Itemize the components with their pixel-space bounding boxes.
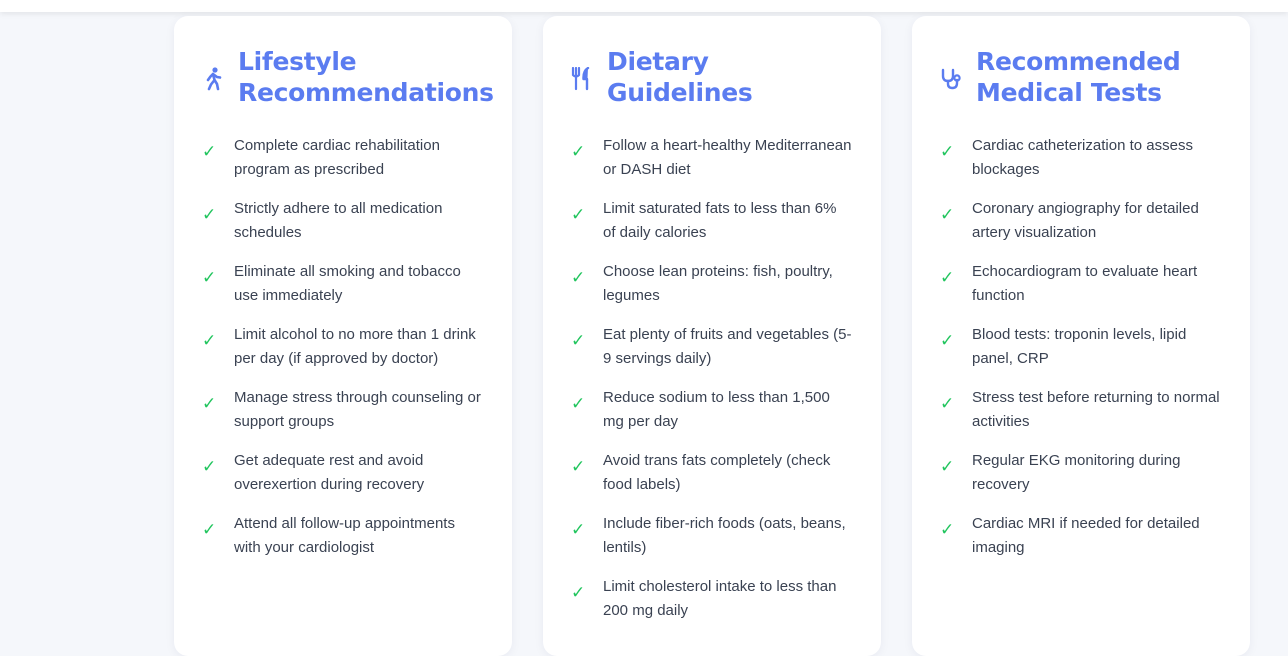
list-item-text: Manage stress through counseling or supp… <box>234 389 481 430</box>
recommendation-list: ✓ Follow a heart-healthy Mediterranean or… <box>571 134 855 623</box>
recommendation-cards: Lifestyle Recommendations ✓ Complete card… <box>174 16 1250 656</box>
check-icon: ✓ <box>571 457 586 476</box>
list-item: ✓ Get adequate rest and avoid overexertio… <box>202 449 486 497</box>
check-icon: ✓ <box>571 394 586 413</box>
list-item: ✓ Coronary angiography for detailed arter… <box>940 197 1224 245</box>
check-icon: ✓ <box>202 205 217 224</box>
list-item: ✓ Eliminate all smoking and tobacco use i… <box>202 260 486 308</box>
list-item-text: Eliminate all smoking and tobacco use im… <box>234 263 461 304</box>
list-item: ✓ Stress test before returning to normal … <box>940 386 1224 434</box>
walking-person-icon <box>202 64 224 94</box>
check-icon: ✓ <box>940 205 955 224</box>
list-item-text: Choose lean proteins: fish, poultry, leg… <box>603 263 833 304</box>
list-item-text: Avoid trans fats completely (check food … <box>603 452 831 493</box>
list-item-text: Reduce sodium to less than 1,500 mg per … <box>603 389 830 430</box>
list-item: ✓ Include fiber-rich foods (oats, beans, … <box>571 512 855 560</box>
list-item-text: Strictly adhere to all medication schedu… <box>234 200 443 241</box>
list-item: ✓ Regular EKG monitoring during recovery <box>940 449 1224 497</box>
check-icon: ✓ <box>202 520 217 539</box>
top-bar <box>0 0 1288 12</box>
list-item: ✓ Cardiac catheterization to assess block… <box>940 134 1224 182</box>
check-icon: ✓ <box>940 331 955 350</box>
list-item-text: Get adequate rest and avoid overexertion… <box>234 452 425 493</box>
list-item-text: Attend all follow-up appointments with y… <box>234 515 455 556</box>
check-icon: ✓ <box>571 268 586 287</box>
check-icon: ✓ <box>202 142 217 161</box>
list-item: ✓ Follow a heart-healthy Mediterranean or… <box>571 134 855 182</box>
list-item-text: Include fiber-rich foods (oats, beans, l… <box>603 515 846 556</box>
card-title: Recommended Medical Tests <box>976 47 1181 107</box>
recommendation-list: ✓ Cardiac catheterization to assess block… <box>940 134 1224 560</box>
stethoscope-icon <box>940 64 962 94</box>
check-icon: ✓ <box>571 583 586 602</box>
list-item-text: Follow a heart-healthy Mediterranean or … <box>603 137 852 178</box>
check-icon: ✓ <box>202 394 217 413</box>
list-item: ✓ Cardiac MRI if needed for detailed imag… <box>940 512 1224 560</box>
check-icon: ✓ <box>940 520 955 539</box>
list-item-text: Cardiac catheterization to assess blocka… <box>972 137 1193 178</box>
list-item: ✓ Limit saturated fats to less than 6% of… <box>571 197 855 245</box>
list-item-text: Echocardiogram to evaluate heart functio… <box>972 263 1198 304</box>
list-item-text: Complete cardiac rehabilitation program … <box>234 137 440 178</box>
check-icon: ✓ <box>571 142 586 161</box>
check-icon: ✓ <box>940 268 955 287</box>
list-item: ✓ Complete cardiac rehabilitation program… <box>202 134 486 182</box>
utensils-icon <box>571 64 593 94</box>
check-icon: ✓ <box>571 205 586 224</box>
card-title: Lifestyle Recommendations <box>238 47 494 107</box>
list-item-text: Blood tests: troponin levels, lipid pane… <box>972 326 1187 367</box>
list-item: ✓ Avoid trans fats completely (check food… <box>571 449 855 497</box>
check-icon: ✓ <box>571 331 586 350</box>
medical-tests-card: Recommended Medical Tests ✓ Cardiac cathe… <box>912 16 1250 656</box>
lifestyle-card: Lifestyle Recommendations ✓ Complete card… <box>174 16 512 656</box>
check-icon: ✓ <box>202 331 217 350</box>
card-title: Dietary Guidelines <box>607 47 753 107</box>
check-icon: ✓ <box>940 142 955 161</box>
list-item: ✓ Reduce sodium to less than 1,500 mg per… <box>571 386 855 434</box>
list-item: ✓ Choose lean proteins: fish, poultry, le… <box>571 260 855 308</box>
list-item: ✓ Limit cholesterol intake to less than 2… <box>571 575 855 623</box>
list-item-text: Regular EKG monitoring during recovery <box>972 452 1181 493</box>
card-header: Dietary Guidelines <box>571 46 855 108</box>
list-item: ✓ Manage stress through counseling or sup… <box>202 386 486 434</box>
list-item: ✓ Attend all follow-up appointments with … <box>202 512 486 560</box>
list-item-text: Coronary angiography for detailed artery… <box>972 200 1199 241</box>
list-item-text: Stress test before returning to normal a… <box>972 389 1220 430</box>
card-header: Lifestyle Recommendations <box>202 46 494 108</box>
list-item-text: Eat plenty of fruits and vegetables (5-9… <box>603 326 852 367</box>
check-icon: ✓ <box>940 394 955 413</box>
list-item: ✓ Strictly adhere to all medication sched… <box>202 197 486 245</box>
list-item-text: Limit cholesterol intake to less than 20… <box>603 578 837 619</box>
list-item-text: Cardiac MRI if needed for detailed imagi… <box>972 515 1200 556</box>
card-header: Recommended Medical Tests <box>940 46 1224 108</box>
list-item: ✓ Eat plenty of fruits and vegetables (5-… <box>571 323 855 371</box>
check-icon: ✓ <box>202 268 217 287</box>
list-item-text: Limit alcohol to no more than 1 drink pe… <box>234 326 476 367</box>
recommendation-list: ✓ Complete cardiac rehabilitation program… <box>202 134 486 560</box>
list-item: ✓ Blood tests: troponin levels, lipid pan… <box>940 323 1224 371</box>
check-icon: ✓ <box>940 457 955 476</box>
check-icon: ✓ <box>571 520 586 539</box>
dietary-card: Dietary Guidelines ✓ Follow a heart-healt… <box>543 16 881 656</box>
list-item: ✓ Limit alcohol to no more than 1 drink p… <box>202 323 486 371</box>
list-item: ✓ Echocardiogram to evaluate heart functi… <box>940 260 1224 308</box>
check-icon: ✓ <box>202 457 217 476</box>
list-item-text: Limit saturated fats to less than 6% of … <box>603 200 837 241</box>
